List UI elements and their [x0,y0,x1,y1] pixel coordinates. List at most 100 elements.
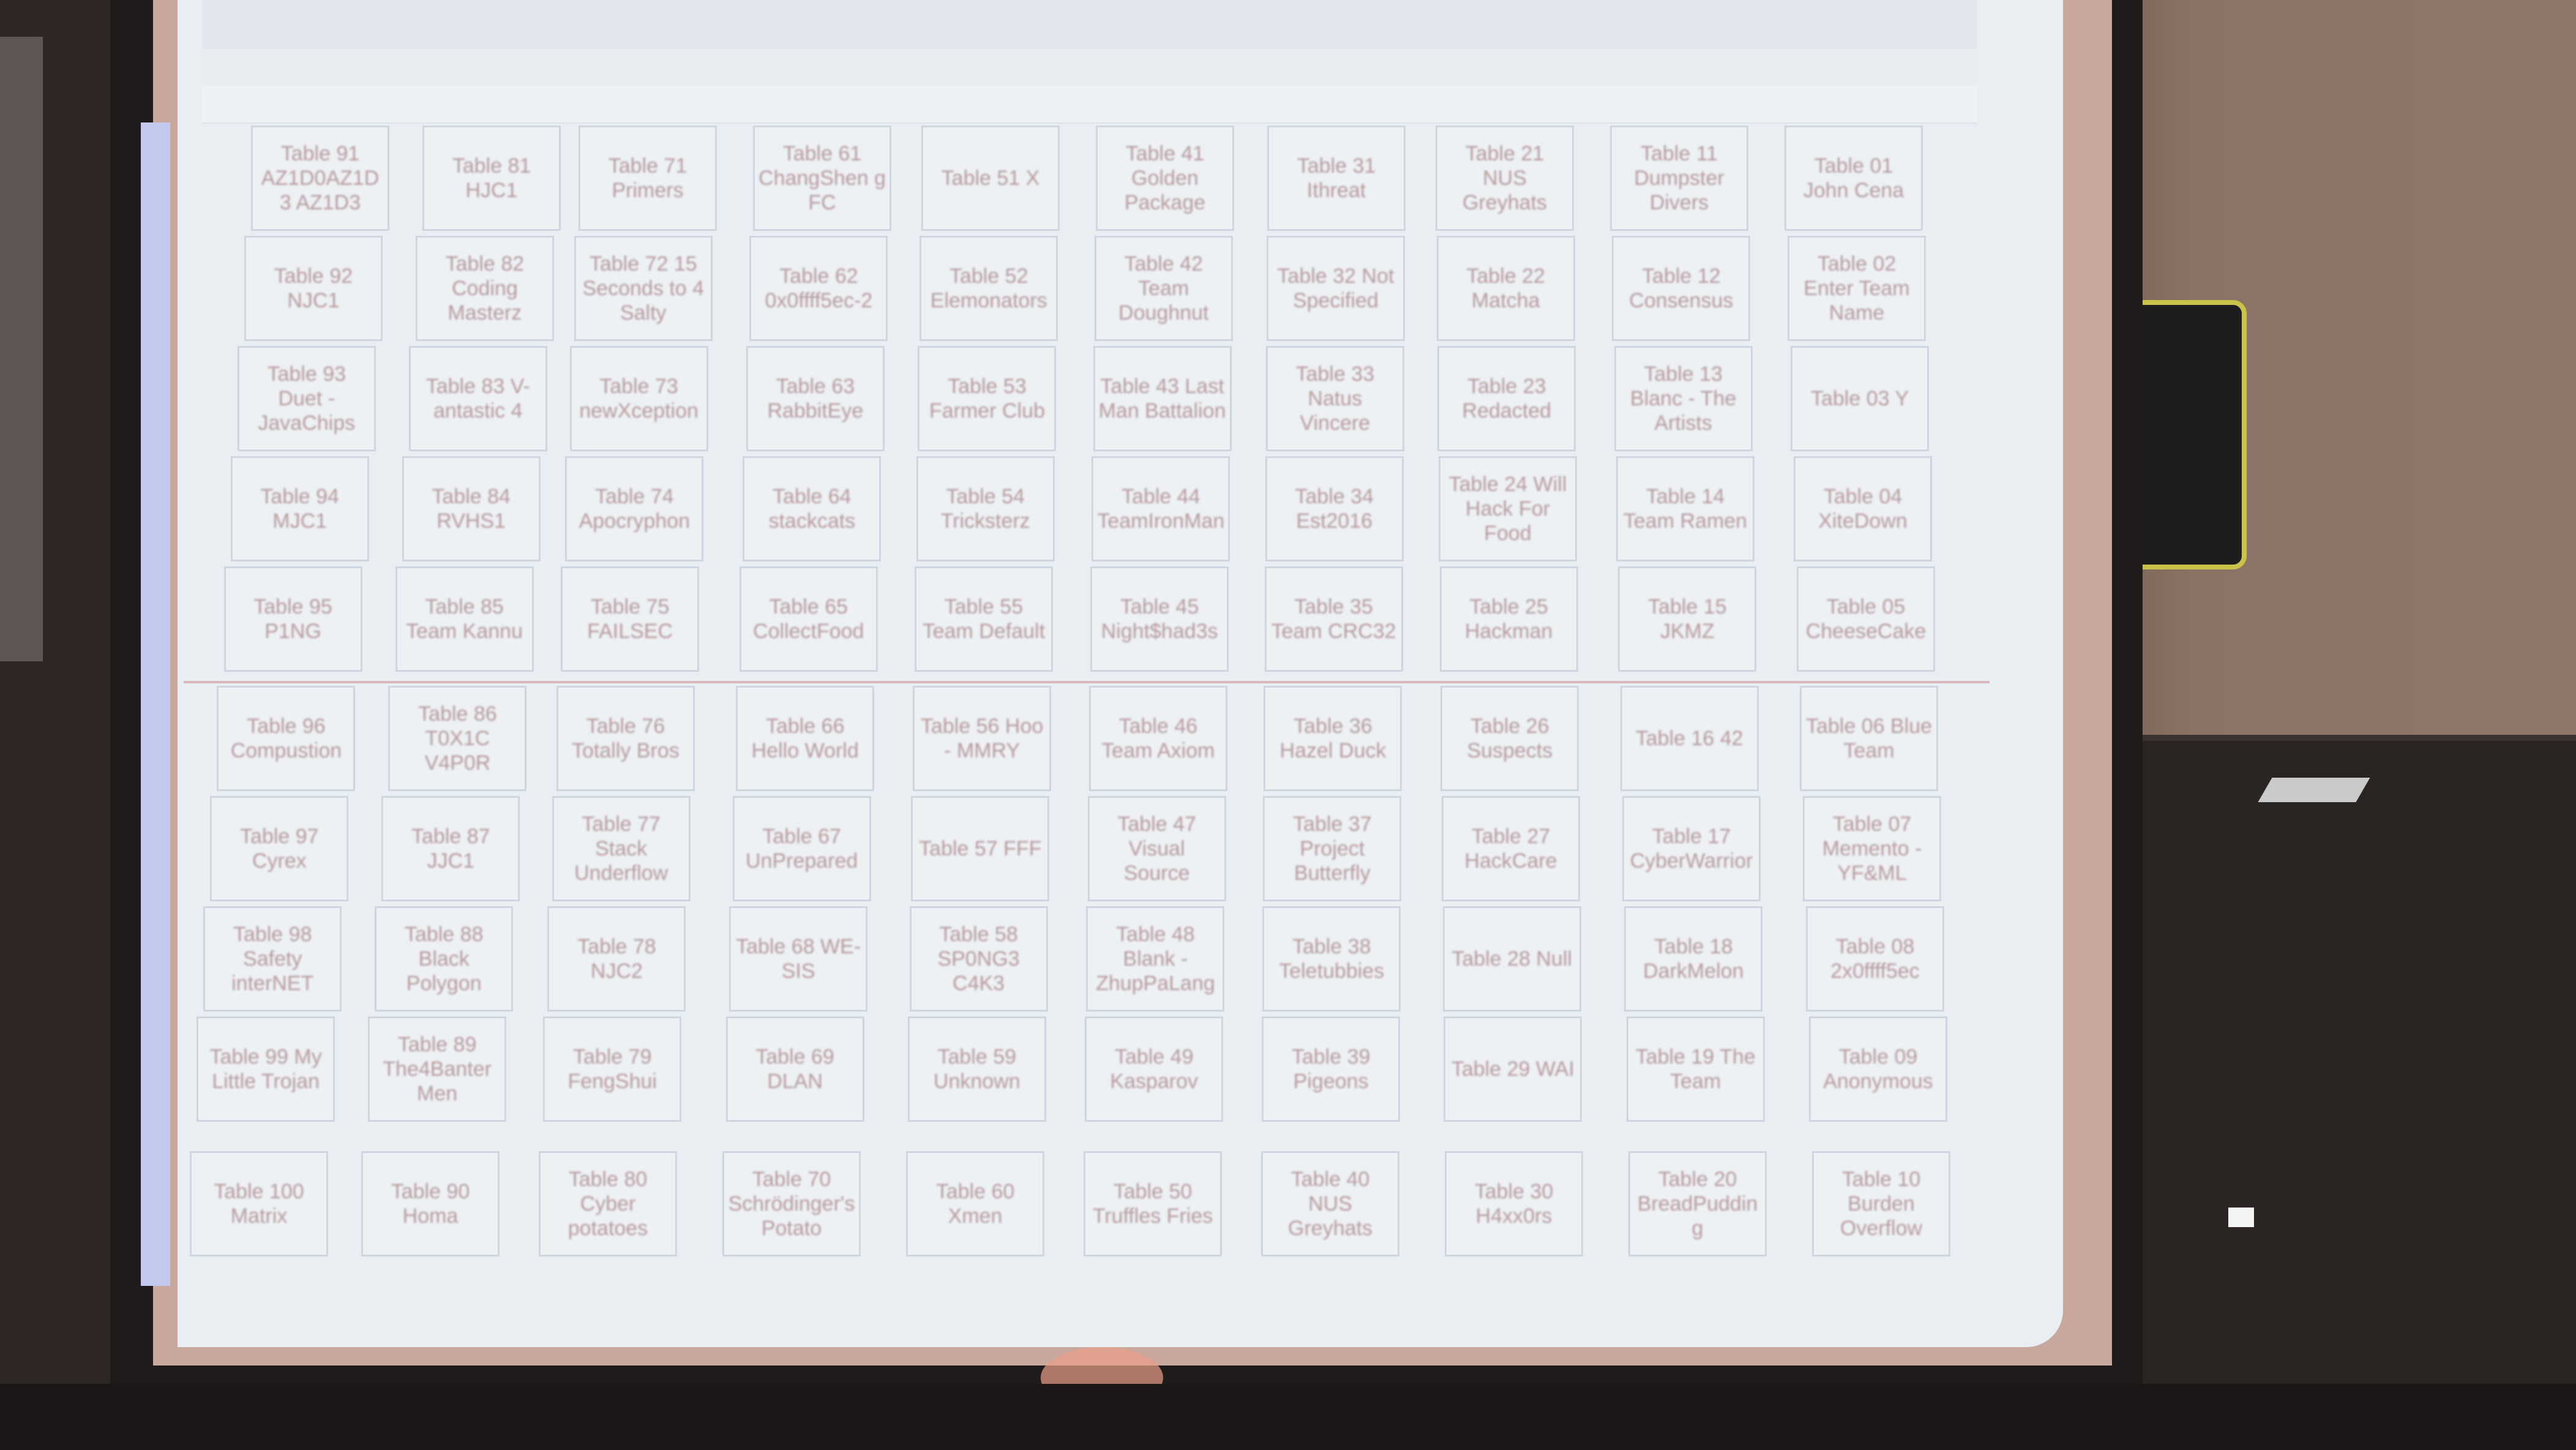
table-cell: Table 05 CheeseCake [1797,566,1935,672]
table-cell-label: Table 08 2x0ffff5ec [1830,935,1920,983]
table-cell: Table 09 Anonymous [1809,1016,1947,1122]
table-cell-label: Table 32 Not Specified [1277,265,1395,312]
table-cell-label: Table 34 Est2016 [1295,485,1374,533]
table-cell: Table 08 2x0ffff5ec [1806,906,1944,1012]
table-cell-label: Table 46 Team Axiom [1101,715,1215,762]
table-cell-label: Table 18 DarkMelon [1643,935,1744,983]
table-cell: Table 27 HackCare [1442,796,1580,901]
spreadsheet-ribbon [202,0,1977,49]
table-cell: Table 16 42 [1620,686,1759,791]
table-cell: Table 75 FAILSEC [561,566,700,672]
table-cell-label: Table 39 Pigeons [1291,1045,1371,1093]
table-cell: Table 58 SP0NG3 C4K3 [909,906,1048,1012]
table-cell: Table 31 Ithreat [1267,126,1406,231]
table-cell: Table 94 MJC1 [230,456,369,562]
table-cell: Table 49 Kasparov [1085,1016,1224,1122]
table-cell-label: Table 48 Blank - ZhupPaLang [1096,923,1215,995]
table-cell-label: Table 28 Null [1451,947,1572,971]
table-cell-label: Table 06 Blue Team [1805,715,1933,762]
table-cell: Table 62 0x0ffff5ec-2 [749,236,888,341]
table-cell-label: Table 16 42 [1635,727,1743,750]
table-cell: Table 72 15 Seconds to 4 Salty [574,236,713,341]
table-cell: Table 36 Hazel Duck [1264,686,1402,791]
table-cell-label: Table 96 Compustion [230,715,342,762]
table-cell: Table 64 stackcats [743,456,882,562]
table-cell-label: Table 31 Ithreat [1297,154,1376,202]
table-cell: Table 12 Consensus [1612,236,1751,341]
table-cell: Table 71 Primers [578,126,717,231]
table-cell-label: Table 22 Matcha [1466,265,1545,312]
table-cell-label: Table 36 Hazel Duck [1279,715,1387,762]
ceiling-light [2258,778,2370,802]
table-cell-label: Table 47 Visual Source [1117,813,1196,885]
table-cell: Table 56 Hoo - MMRY [913,686,1052,791]
table-cell: Table 81 HJC1 [422,126,561,231]
table-cell: Table 44 TeamIronMan [1091,456,1230,562]
table-cell-label: Table 90 Homa [391,1180,470,1228]
table-cell: Table 07 Memento - YF&ML [1803,796,1941,901]
table-cell-label: Table 88 Black Polygon [404,923,484,995]
table-cell-label: Table 04 XiteDown [1818,485,1908,533]
table-cell: Table 90 Homa [361,1151,500,1257]
table-cell: Table 78 NJC2 [547,906,686,1012]
table-cell: Table 18 DarkMelon [1624,906,1763,1012]
table-cell: Table 06 Blue Team [1800,686,1938,791]
table-cell-label: Table 26 Suspects [1467,715,1553,762]
table-cell-label: Table 66 Hello World [751,715,859,762]
table-cell: Table 37 Project Butterfly [1263,796,1402,901]
table-cell-label: Table 35 Team CRC32 [1271,595,1396,643]
table-cell: Table 91 AZ1D0AZ1D3 AZ1D3 [251,126,389,231]
table-cell: Table 52 Elemonators [919,236,1058,341]
table-cell-label: Table 27 HackCare [1464,825,1557,873]
table-cell-label: Table 02 Enter Team Name [1803,252,1910,325]
table-cell-label: Table 65 CollectFood [753,595,864,643]
left-wall-light [0,37,43,661]
table-cell: Table 20 BreadPudding [1628,1151,1767,1257]
table-cell: Table 59 Unknown [907,1016,1046,1122]
table-cell: Table 24 Will Hack For Food [1439,456,1577,562]
table-cell: Table 97 Cyrex [210,796,349,901]
table-cell-label: Table 68 WE-SIS [736,935,861,983]
table-cell: Table 38 Teletubbies [1262,906,1401,1012]
table-cell-label: Table 15 JKMZ [1648,595,1727,643]
table-cell-label: Table 57 FFF [919,837,1042,860]
table-cell-label: Table 75 FAILSEC [587,595,673,643]
table-cell-label: Table 17 CyberWarrior [1630,825,1753,873]
row-header-bar [141,122,170,1286]
table-cell-label: Table 73 newXception [579,375,698,423]
table-cell: Table 32 Not Specified [1266,236,1405,341]
table-cell-label: Table 89 The4Banter Men [383,1033,492,1105]
table-cell-label: Table 55 Team Default [922,595,1046,643]
table-cell-label: Table 25 Hackman [1464,595,1553,643]
table-cell-label: Table 38 Teletubbies [1279,935,1385,983]
table-cell-label: Table 53 Farmer Club [929,375,1045,423]
table-cell: Table 95 P1NG [223,566,362,672]
table-cell-label: Table 93 Duet - JavaChips [258,362,356,435]
table-cell: Table 15 JKMZ [1618,566,1757,672]
table-cell: Table 01 John Cena [1784,126,1923,231]
table-cell-label: Table 23 Redacted [1462,375,1552,423]
table-cell-label: Table 07 Memento - YF&ML [1822,813,1922,885]
small-light [2228,1208,2254,1227]
table-cell: Table 33 Natus Vincere [1265,346,1404,451]
table-cell-label: Table 37 Project Butterfly [1293,813,1372,885]
table-cell-label: Table 82 Coding Masterz [445,252,525,325]
table-cell-label: Table 20 BreadPudding [1637,1168,1758,1240]
table-cell-label: Table 79 FengShui [567,1045,657,1093]
table-cell: Table 73 newXception [569,346,708,451]
table-cell-label: Table 72 15 Seconds to 4 Salty [582,252,704,325]
table-cell: Table 45 Night$had3s [1090,566,1229,672]
table-cell: Table 03 Y [1791,346,1929,451]
table-cell-label: Table 91 AZ1D0AZ1D3 AZ1D3 [261,142,380,214]
table-cell: Table 34 Est2016 [1265,456,1404,562]
table-cell: Table 39 Pigeons [1262,1016,1401,1122]
table-cell-label: Table 13 Blanc - The Artists [1630,362,1737,435]
table-cell-label: Table 71 Primers [608,154,687,202]
table-cell: Table 85 Team Kannu [395,566,534,672]
table-cell: Table 55 Team Default [914,566,1053,672]
table-cell: Table 86 T0X1C V4P0R [388,686,527,791]
room-back-area [2094,741,2576,1450]
table-cell-label: Table 58 SP0NG3 C4K3 [937,923,1020,995]
table-cell-label: Table 24 Will Hack For Food [1448,473,1567,545]
table-cell: Table 77 Stack Underflow [552,796,691,901]
